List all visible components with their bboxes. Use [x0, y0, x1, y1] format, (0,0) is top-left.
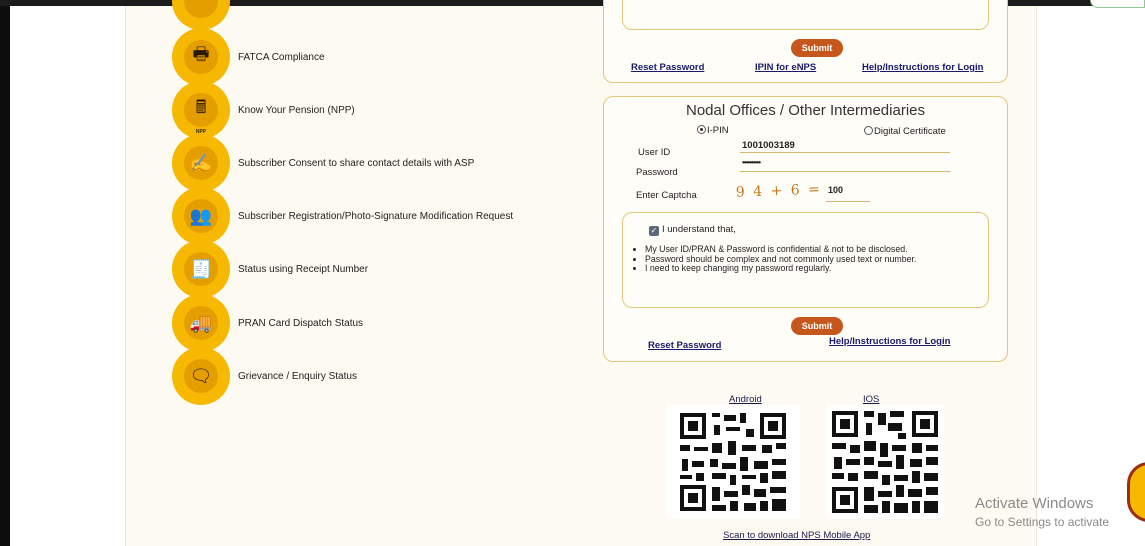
understand-label: I understand that,	[662, 224, 736, 235]
radio-dc-button[interactable]	[864, 126, 873, 135]
captcha-image: 9 4 + 6 =	[735, 181, 823, 201]
menu-item-label: Status using Receipt Number	[238, 263, 369, 275]
notice-bullets: My User ID/PRAN & Password is confidenti…	[645, 244, 980, 274]
floating-help-button[interactable]	[1127, 462, 1145, 522]
activate-windows-subtitle: Go to Settings to activate	[975, 515, 1110, 529]
submit-button-top[interactable]: Submit	[791, 39, 843, 57]
userid-label: User ID	[638, 147, 671, 158]
ios-label[interactable]: IOS	[863, 394, 879, 405]
menu-item-label: FATCA Compliance	[238, 51, 325, 63]
top-right-tab	[1090, 0, 1145, 8]
reset-password-link-nodal[interactable]: Reset Password	[648, 340, 721, 351]
help-instructions-link-nodal[interactable]: Help/Instructions for Login	[829, 336, 950, 347]
help-instructions-link-top[interactable]: Help/Instructions for Login	[862, 62, 983, 73]
menu-item-label: Know Your Pension (NPP)	[238, 104, 355, 116]
menu-item-label: Subscriber Registration/Photo-Signature …	[238, 210, 514, 222]
radio-ipin[interactable]: I-PIN	[697, 125, 729, 136]
radio-dc-label: Digital Certificate	[874, 126, 946, 137]
menu-item-label: PRAN Card Dispatch Status	[238, 317, 364, 329]
password-input[interactable]: ••••••••••	[740, 158, 950, 172]
scan-to-download-link[interactable]: Scan to download NPS Mobile App	[723, 530, 870, 541]
ipin-enps-link[interactable]: IPIN for eNPS	[755, 62, 816, 73]
android-qr-code[interactable]	[666, 405, 800, 519]
printer-icon: 🖶	[172, 28, 230, 86]
delivery-truck-icon: 🚚	[172, 294, 230, 352]
bullet-change: I need to keep changing my password regu…	[645, 263, 980, 274]
android-label[interactable]: Android	[729, 394, 762, 405]
left-rail	[0, 6, 10, 546]
menu-item-label: Subscriber Consent to share contact deta…	[238, 157, 475, 169]
support-person-icon: 🗨	[172, 347, 230, 405]
reset-password-link-top[interactable]: Reset Password	[631, 62, 704, 73]
menu-item-npp[interactable]: 🖩 NPP Know Your Pension (NPP)	[172, 81, 355, 139]
radio-digital-certificate[interactable]: Digital Certificate	[864, 126, 946, 137]
activate-windows-title: Activate Windows	[975, 495, 1094, 512]
userid-input[interactable]: 1001003189	[740, 140, 950, 153]
ios-qr-code[interactable]	[826, 405, 944, 519]
menu-item-fatca[interactable]: 🖶 FATCA Compliance	[172, 28, 325, 86]
confidentiality-notice: ✓I understand that, My User ID/PRAN & Pa…	[622, 212, 989, 308]
password-label: Password	[636, 167, 678, 178]
nodal-panel-title: Nodal Offices / Other Intermediaries	[686, 102, 925, 119]
understand-checkbox[interactable]: ✓	[649, 226, 659, 236]
radio-ipin-label: I-PIN	[707, 125, 729, 136]
submit-button-nodal[interactable]: Submit	[791, 317, 843, 335]
consent-form-icon: ✍	[172, 134, 230, 192]
menu-item-label: Grievance / Enquiry Status	[238, 370, 357, 382]
receipt-icon: 🧾	[172, 240, 230, 298]
menu-item-grievance[interactable]: 🗨 Grievance / Enquiry Status	[172, 347, 357, 405]
radio-ipin-button[interactable]	[697, 125, 706, 134]
calculator-icon: 🖩 NPP	[172, 81, 230, 139]
menu-item-consent[interactable]: ✍ Subscriber Consent to share contact de…	[172, 134, 474, 192]
menu-item-pran-dispatch[interactable]: 🚚 PRAN Card Dispatch Status	[172, 294, 363, 352]
captcha-label: Enter Captcha	[636, 190, 697, 201]
menu-item-registration[interactable]: 👥 Subscriber Registration/Photo-Signatur…	[172, 187, 513, 245]
menu-item-receipt-status[interactable]: 🧾 Status using Receipt Number	[172, 240, 368, 298]
understand-checkbox-row[interactable]: ✓ I understand that,	[649, 224, 736, 236]
subscriber-notice-box	[622, 0, 989, 30]
captcha-input[interactable]: 100	[826, 185, 870, 202]
group-users-icon: 👥	[172, 187, 230, 245]
